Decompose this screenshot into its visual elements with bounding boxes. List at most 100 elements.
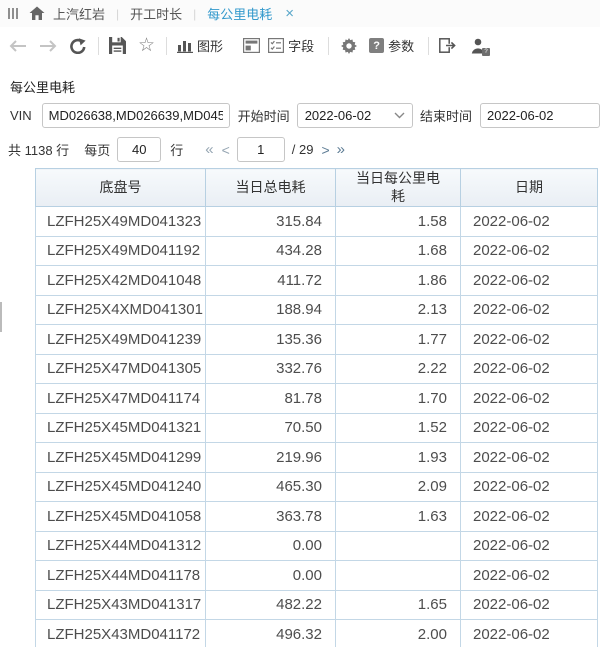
cell-total-consumption: 70.50 <box>206 413 336 443</box>
layout-panel-button[interactable] <box>243 38 260 53</box>
cell-total-consumption: 81.78 <box>206 384 336 414</box>
cell-chassis: LZFH25X45MD041058 <box>36 502 206 532</box>
table-row[interactable]: LZFH25X45MD041321 70.50 1.52 2022-06-02 <box>36 413 598 443</box>
cell-per-km-consumption: 1.58 <box>336 207 461 237</box>
per-page-label: 每页 <box>84 140 110 159</box>
cell-total-consumption: 332.76 <box>206 354 336 384</box>
cell-date: 2022-06-02 <box>461 384 598 414</box>
refresh-button[interactable] <box>69 38 87 54</box>
cell-total-consumption: 219.96 <box>206 443 336 473</box>
page-title: 每公里电耗 <box>10 77 600 96</box>
cell-total-consumption: 434.28 <box>206 236 336 266</box>
user-account-button[interactable]: ? <box>471 38 486 54</box>
total-rows-label: 共 1138 行 <box>8 140 69 159</box>
first-page-button[interactable]: « <box>205 142 213 157</box>
cell-chassis: LZFH25X43MD041172 <box>36 620 206 647</box>
start-date-select[interactable]: 2022-06-02 <box>297 103 413 128</box>
vin-label: VIN <box>10 108 32 123</box>
table-row[interactable]: LZFH25X45MD041240 465.30 2.09 2022-06-02 <box>36 472 598 502</box>
col-header-total-consumption[interactable]: 当日总电耗 <box>206 169 336 207</box>
cell-per-km-consumption: 1.68 <box>336 236 461 266</box>
table-row[interactable]: LZFH25X43MD041172 496.32 2.00 2022-06-02 <box>36 620 598 647</box>
table-row[interactable]: LZFH25X47MD041305 332.76 2.22 2022-06-02 <box>36 354 598 384</box>
table-row[interactable]: LZFH25X42MD041048 411.72 1.86 2022-06-02 <box>36 266 598 296</box>
table-row[interactable]: LZFH25X49MD041239 135.36 1.77 2022-06-02 <box>36 325 598 355</box>
cell-chassis: LZFH25X42MD041048 <box>36 266 206 296</box>
cell-date: 2022-06-02 <box>461 443 598 473</box>
vin-input[interactable] <box>42 103 230 128</box>
cell-chassis: LZFH25X47MD041305 <box>36 354 206 384</box>
cell-date: 2022-06-02 <box>461 502 598 532</box>
col-header-date[interactable]: 日期 <box>461 169 598 207</box>
col-header-chassis[interactable]: 底盘号 <box>36 169 206 207</box>
settings-gear-icon[interactable] <box>341 38 357 54</box>
cell-per-km-consumption: 1.77 <box>336 325 461 355</box>
last-page-button[interactable]: » <box>337 142 345 157</box>
checklist-icon <box>268 38 284 53</box>
data-table: 底盘号 当日总电耗 当日每公里电耗 日期 LZFH25X49MD041323 3… <box>35 168 598 647</box>
menu-grip-icon[interactable] <box>8 8 18 19</box>
table-row[interactable]: LZFH25X49MD041192 434.28 1.68 2022-06-02 <box>36 236 598 266</box>
layout-panel-icon <box>243 38 260 53</box>
cell-total-consumption: 315.84 <box>206 207 336 237</box>
cell-date: 2022-06-02 <box>461 531 598 561</box>
prev-page-button[interactable]: < <box>222 143 230 157</box>
end-date-input[interactable] <box>480 103 600 128</box>
cell-date: 2022-06-02 <box>461 295 598 325</box>
col-header-per-km-consumption[interactable]: 当日每公里电耗 <box>336 169 461 207</box>
table-row[interactable]: LZFH25X4XMD041301 188.94 2.13 2022-06-02 <box>36 295 598 325</box>
fields-button[interactable]: 字段 <box>268 36 314 55</box>
table-row[interactable]: LZFH25X43MD041317 482.22 1.65 2022-06-02 <box>36 590 598 620</box>
cell-chassis: LZFH25X45MD041321 <box>36 413 206 443</box>
cell-total-consumption: 465.30 <box>206 472 336 502</box>
next-page-button[interactable]: > <box>321 143 329 157</box>
cell-chassis: LZFH25X49MD041323 <box>36 207 206 237</box>
cell-total-consumption: 411.72 <box>206 266 336 296</box>
forward-button[interactable] <box>39 40 57 52</box>
cell-date: 2022-06-02 <box>461 207 598 237</box>
cell-total-consumption: 482.22 <box>206 590 336 620</box>
export-button[interactable] <box>439 38 457 53</box>
cell-chassis: LZFH25X45MD041240 <box>36 472 206 502</box>
cell-per-km-consumption <box>336 561 461 591</box>
table-row[interactable]: LZFH25X49MD041323 315.84 1.58 2022-06-02 <box>36 207 598 237</box>
bar-chart-icon <box>177 38 193 53</box>
home-icon[interactable] <box>29 6 45 21</box>
left-scrollbar-thumb[interactable] <box>0 302 2 332</box>
app-window: 上汽红岩 | 开工时长 | 每公里电耗 × ☆ 图形 <box>0 0 600 647</box>
back-button[interactable] <box>9 40 27 52</box>
table-row[interactable]: LZFH25X45MD041299 219.96 1.93 2022-06-02 <box>36 443 598 473</box>
table-row[interactable]: LZFH25X44MD041178 0.00 2022-06-02 <box>36 561 598 591</box>
fields-button-label: 字段 <box>288 36 314 55</box>
per-page-input[interactable] <box>117 137 161 162</box>
params-button[interactable]: ? 参数 <box>369 36 414 55</box>
tab-separator: | <box>193 7 196 21</box>
cell-chassis: LZFH25X45MD041299 <box>36 443 206 473</box>
user-question-badge: ? <box>482 48 490 56</box>
pagination-bar: 共 1138 行 每页 行 « < / 29 > » <box>8 137 600 162</box>
chart-button-label: 图形 <box>197 36 223 55</box>
table-row[interactable]: LZFH25X44MD041312 0.00 2022-06-02 <box>36 531 598 561</box>
cell-chassis: LZFH25X4XMD041301 <box>36 295 206 325</box>
nav-item-brand[interactable]: 上汽红岩 <box>53 4 105 23</box>
cell-total-consumption: 363.78 <box>206 502 336 532</box>
tab-work-duration[interactable]: 开工时长 <box>130 4 182 23</box>
table-row[interactable]: LZFH25X45MD041058 363.78 1.63 2022-06-02 <box>36 502 598 532</box>
favorite-star-icon[interactable]: ☆ <box>138 36 155 55</box>
save-button[interactable] <box>109 37 126 54</box>
current-page-input[interactable] <box>237 137 285 162</box>
tab-per-km-consumption[interactable]: 每公里电耗 <box>207 4 272 23</box>
table-header-row: 底盘号 当日总电耗 当日每公里电耗 日期 <box>36 169 598 207</box>
toolbar-divider <box>428 37 429 55</box>
start-time-label: 开始时间 <box>238 106 290 125</box>
chart-button[interactable]: 图形 <box>177 36 223 55</box>
cell-chassis: LZFH25X43MD041317 <box>36 590 206 620</box>
cell-per-km-consumption: 1.52 <box>336 413 461 443</box>
close-tab-icon[interactable]: × <box>285 6 294 21</box>
table-row[interactable]: LZFH25X47MD041174 81.78 1.70 2022-06-02 <box>36 384 598 414</box>
total-pages-label: / 29 <box>292 142 314 157</box>
cell-per-km-consumption: 2.22 <box>336 354 461 384</box>
tab-bar: 上汽红岩 | 开工时长 | 每公里电耗 × <box>0 0 600 27</box>
cell-per-km-consumption: 2.13 <box>336 295 461 325</box>
tab-separator: | <box>116 7 119 21</box>
